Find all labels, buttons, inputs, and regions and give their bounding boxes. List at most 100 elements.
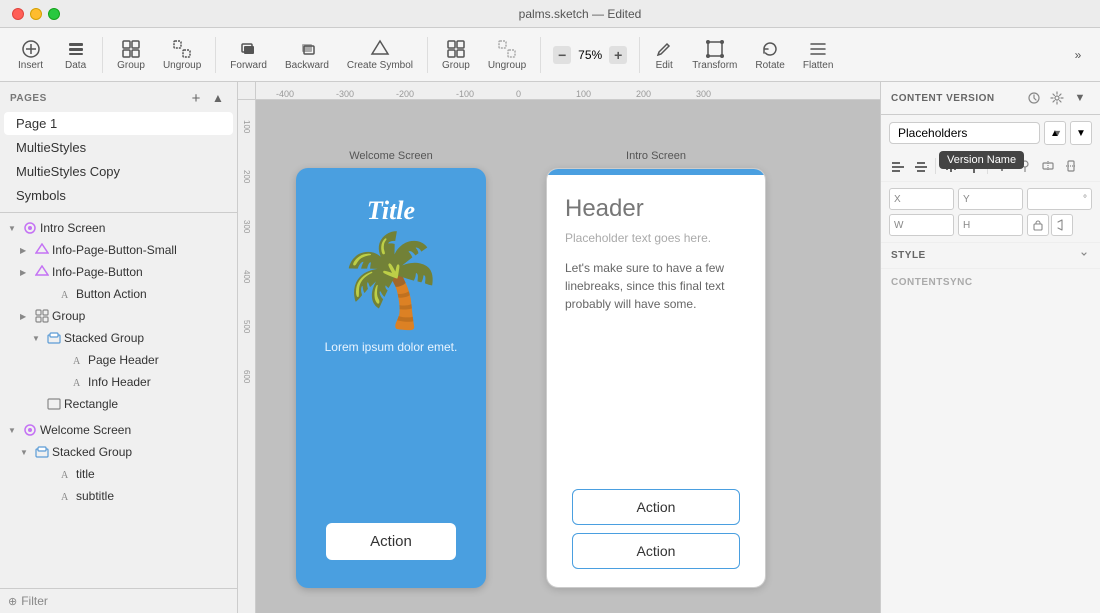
style-expand-btn[interactable]	[1078, 248, 1090, 263]
x-input[interactable]	[903, 193, 949, 205]
style-section: STYLE	[881, 242, 1100, 268]
h-field-group: H	[958, 214, 1023, 236]
intro-buttons-wrap: Action Action	[547, 489, 765, 569]
forward-button[interactable]: Forward	[222, 35, 275, 75]
add-page-button[interactable]: +	[187, 89, 205, 107]
zoom-increase[interactable]: +	[609, 46, 627, 64]
contentsync-section: CONTENTSYNC	[881, 268, 1100, 293]
layer-subtitle[interactable]: A subtitle	[2, 485, 235, 507]
h-label: H	[963, 220, 970, 231]
welcome-action-button[interactable]: Action	[326, 523, 456, 560]
lock-ratio-btn[interactable]	[1027, 214, 1049, 236]
welcome-palm: 🌴	[296, 226, 486, 336]
svg-text:A: A	[61, 492, 69, 502]
layer-intro-screen[interactable]: ▼ Intro Screen	[2, 217, 235, 239]
group2-button[interactable]: Group	[434, 35, 478, 75]
angle-field-group: °	[1027, 188, 1092, 210]
layer-label: Page Header	[88, 353, 159, 367]
ruler-mark: -300	[336, 89, 396, 99]
flip-btn[interactable]	[1051, 214, 1073, 236]
intro-action-button-1[interactable]: Action	[572, 489, 740, 525]
collapse-pages-button[interactable]: ▲	[209, 89, 227, 107]
insert-button[interactable]: Insert	[8, 35, 53, 75]
close-dot[interactable]	[12, 8, 24, 20]
w-field-group: W	[889, 214, 954, 236]
edit-button[interactable]: Edit	[646, 35, 682, 75]
ruler-vmark: 600	[242, 370, 251, 420]
position-fields: X Y ° W H	[881, 182, 1100, 242]
y-input[interactable]	[972, 193, 1018, 205]
align-left-btn[interactable]	[887, 155, 909, 177]
text-icon: A	[58, 466, 74, 482]
layer-welcome-screen[interactable]: ▼ Welcome Screen	[2, 419, 235, 441]
layer-button-action[interactable]: A Button Action	[2, 283, 235, 305]
right-panel-collapse-btn[interactable]: ▼	[1070, 89, 1090, 107]
pages-header: PAGES + ▲	[0, 82, 237, 111]
welcome-artboard[interactable]: Title 🌴 Lorem ipsum dolor emet. Action	[296, 168, 486, 588]
align-separator	[935, 158, 936, 174]
titlebar: palms.sketch — Edited	[0, 0, 1100, 28]
layer-label: Button Action	[76, 287, 147, 301]
ruler-vertical: 100 200 300 400 500 600	[238, 100, 256, 613]
angle-input[interactable]	[1032, 193, 1081, 205]
intro-action-button-2[interactable]: Action	[572, 533, 740, 569]
forward-label: Forward	[230, 60, 267, 71]
layer-page-header[interactable]: A Page Header	[2, 349, 235, 371]
page-item-page1[interactable]: Page 1	[4, 112, 233, 135]
ungroup-button[interactable]: Ungroup	[155, 35, 209, 75]
w-input[interactable]	[905, 219, 949, 231]
right-panel-settings-btn[interactable]	[1047, 89, 1067, 107]
resize-h-btn[interactable]	[1037, 155, 1059, 177]
layer-title[interactable]: A title	[2, 463, 235, 485]
ruler-mark: 200	[636, 89, 696, 99]
right-panel: CONTENT VERSION ▼ Placeholders ▼ ▲ ▼ Ver…	[880, 82, 1100, 613]
layer-label: Stacked Group	[64, 331, 144, 345]
layer-group[interactable]: ▶ Group	[2, 305, 235, 327]
layer-stacked-group[interactable]: ▼ Stacked Group	[2, 327, 235, 349]
rotate-label: Rotate	[755, 60, 784, 71]
page-item-multie-copy[interactable]: MultieStyles Copy	[4, 160, 233, 183]
transform-button[interactable]: Transform	[684, 35, 745, 75]
more-button[interactable]: »	[1064, 41, 1092, 69]
align-center-btn[interactable]	[910, 155, 932, 177]
svg-text:A: A	[73, 378, 81, 388]
chevron-group-icon: ▶	[20, 312, 32, 321]
create-symbol-button[interactable]: Create Symbol	[339, 35, 421, 75]
maximize-dot[interactable]	[48, 8, 60, 20]
zoom-decrease[interactable]: −	[553, 46, 571, 64]
version-nav-down[interactable]: ▼	[1070, 121, 1092, 145]
zoom-control: − 75% +	[547, 46, 633, 64]
layer-rectangle[interactable]: Rectangle	[2, 393, 235, 415]
data-button[interactable]: Data	[55, 35, 96, 75]
group-button[interactable]: Group	[109, 35, 153, 75]
page-item-symbols[interactable]: Symbols	[4, 184, 233, 207]
intro-artboard[interactable]: Header Placeholder text goes here. Let's…	[546, 168, 766, 588]
h-input[interactable]	[972, 219, 1018, 231]
version-select[interactable]: Placeholders	[889, 122, 1040, 144]
chevron-small-icon: ▶	[20, 246, 32, 255]
layer-label: subtitle	[76, 489, 114, 503]
ungroup2-button[interactable]: Ungroup	[480, 35, 534, 75]
minimize-dot[interactable]	[30, 8, 42, 20]
page-item-multie[interactable]: MultieStyles	[4, 136, 233, 159]
layer-stacked-group-2[interactable]: ▼ Stacked Group	[2, 441, 235, 463]
layer-info-header[interactable]: A Info Header	[2, 371, 235, 393]
y-label: Y	[963, 194, 970, 205]
symbol-icon	[34, 264, 50, 280]
flatten-button[interactable]: Flatten	[795, 35, 842, 75]
resize-v-btn[interactable]	[1060, 155, 1082, 177]
right-panel-link-btn[interactable]	[1024, 89, 1044, 107]
svg-text:A: A	[61, 470, 69, 480]
layer-info-button[interactable]: ▶ Info-Page-Button	[2, 261, 235, 283]
rotate-button[interactable]: Rotate	[747, 35, 792, 75]
ruler-mark: -400	[276, 89, 336, 99]
filter-icon: ⊕	[8, 595, 17, 608]
edit-label: Edit	[656, 60, 673, 71]
chevron-btn-icon: ▶	[20, 268, 32, 277]
text-icon: A	[58, 286, 74, 302]
stack-icon	[46, 330, 62, 346]
x-field-group: X	[889, 188, 954, 210]
layer-info-button-small[interactable]: ▶ Info-Page-Button-Small	[2, 239, 235, 261]
backward-button[interactable]: Backward	[277, 35, 337, 75]
version-nav-up[interactable]: ▲	[1044, 121, 1066, 145]
